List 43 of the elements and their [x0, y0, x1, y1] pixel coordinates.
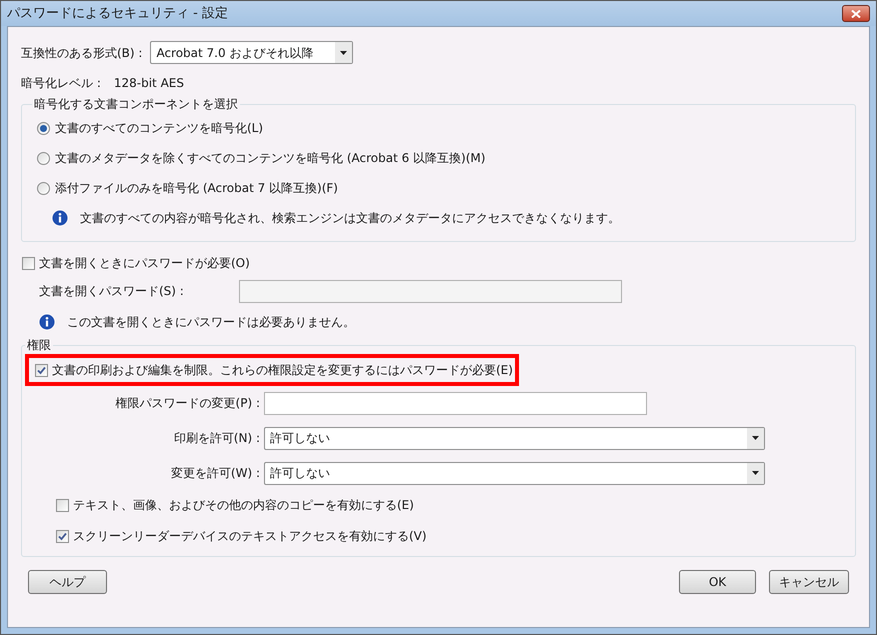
- dropdown-value: 許可しない: [270, 465, 331, 482]
- caret-icon: [340, 50, 348, 54]
- info-text: この文書を開くときにパスワードは必要ありません。: [67, 314, 355, 331]
- radio-label: 文書のすべてのコンテンツを暗号化(L): [55, 120, 264, 137]
- info-icon: [39, 314, 55, 330]
- checkbox[interactable]: [56, 498, 69, 512]
- radio-label: 添付ファイルのみを暗号化 (Acrobat 7 以降互換)(F): [55, 180, 338, 197]
- password-field[interactable]: [264, 392, 647, 414]
- checkbox-label: スクリーンリーダーデバイスのテキストアクセスを有効にする(V): [73, 528, 427, 545]
- cancel-button[interactable]: キャンセル: [769, 570, 849, 594]
- radio-button[interactable]: [37, 122, 50, 134]
- label: 互換性のある形式(B) :: [21, 44, 142, 62]
- radio-button[interactable]: [37, 152, 50, 164]
- label: 文書を開くパスワード(S) :: [39, 283, 185, 300]
- checkbox-label: テキスト、画像、およびその他の内容のコピーを有効にする(E): [73, 497, 414, 514]
- checkbox-label: 文書を開くときにパスワードが必要(O): [39, 255, 250, 272]
- help-button[interactable]: ヘルプ: [28, 570, 107, 594]
- info-icon: [52, 210, 68, 226]
- label: 権限パスワードの変更(P) :: [114, 395, 261, 412]
- window-title: パスワードによるセキュリティ - 設定: [7, 4, 228, 23]
- permission-dropdown[interactable]: 許可しない: [264, 462, 765, 484]
- close-icon: [851, 10, 861, 18]
- label: 変更を許可(W) :: [170, 465, 261, 482]
- radio-button[interactable]: [37, 182, 50, 194]
- label: 印刷を許可(N) :: [172, 430, 261, 447]
- group-title: 暗号化する文書コンポーネントを選択: [33, 96, 239, 113]
- label: 暗号化レベル :: [21, 75, 101, 92]
- value-text: 128-bit AES: [114, 75, 184, 92]
- permission-dropdown[interactable]: 許可しない: [264, 426, 765, 450]
- caret-icon: [752, 436, 759, 440]
- dropdown-value: 許可しない: [270, 430, 331, 447]
- radio-label: 文書のメタデータを除くすべてのコンテンツを暗号化 (Acrobat 6 以降互換)(M): [55, 150, 486, 167]
- format-dropdown[interactable]: Acrobat 7.0 およびそれ以降: [150, 41, 354, 64]
- checkbox[interactable]: [22, 256, 35, 270]
- checkbox[interactable]: [35, 364, 48, 376]
- checkbox[interactable]: [56, 530, 69, 542]
- close-button[interactable]: [842, 5, 870, 22]
- ok-button[interactable]: OK: [679, 570, 756, 594]
- info-text: 文書のすべての内容が暗号化され、検索エンジンは文書のメタデータにアクセスできなくなります。: [80, 210, 620, 227]
- group-title: 権限: [26, 337, 52, 354]
- caret-icon: [752, 471, 759, 475]
- dropdown-value: Acrobat 7.0 およびそれ以降: [156, 44, 314, 62]
- checkbox-label: 文書の印刷および編集を制限。これらの権限設定を変更するにはパスワードが必要(E): [52, 362, 513, 379]
